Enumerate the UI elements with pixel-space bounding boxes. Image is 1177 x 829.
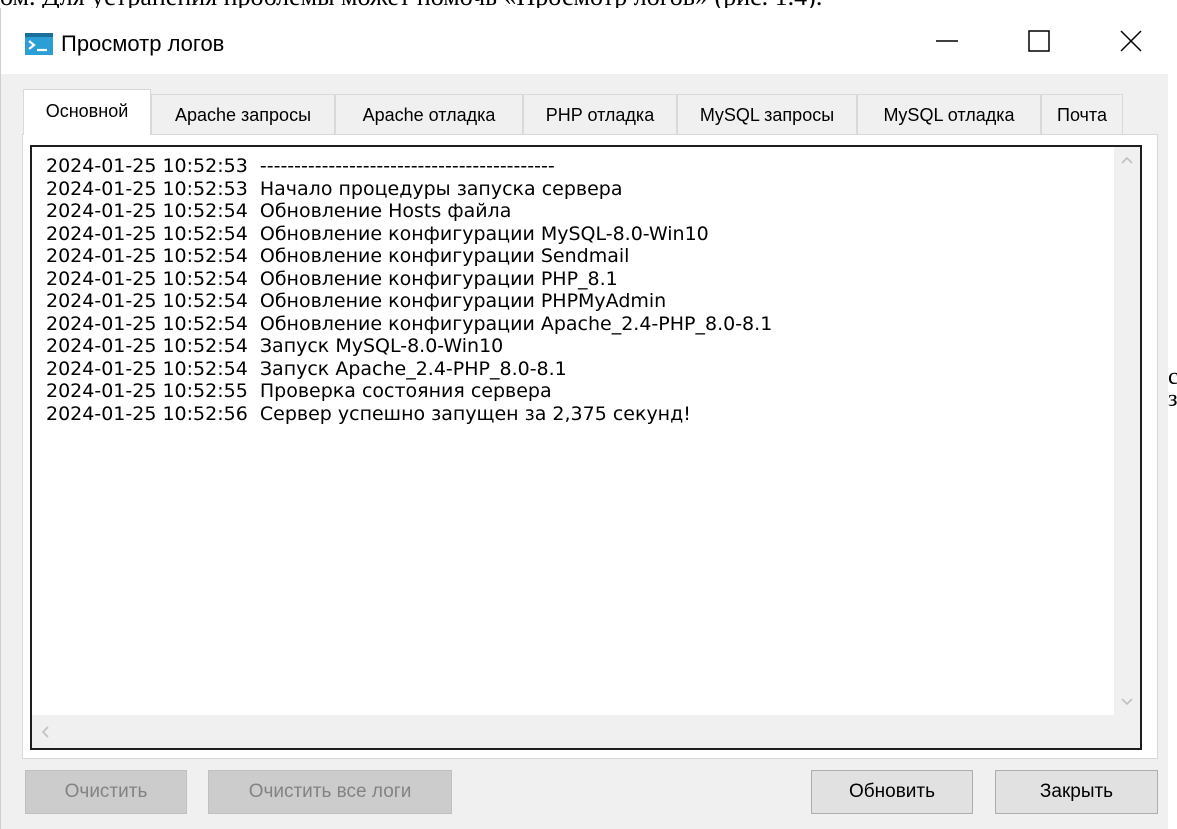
log-line: 2024-01-25 10:52:53 Начало процедуры зап…: [46, 177, 623, 200]
refresh-button[interactable]: Обновить: [811, 770, 973, 814]
document-text: ом. Для устранения проблемы может помочь…: [0, 0, 1177, 8]
document-edge-text: с з: [1168, 366, 1177, 412]
clear-all-logs-button[interactable]: Очистить все логи: [208, 770, 452, 814]
close-window-button[interactable]: [1085, 8, 1177, 74]
chevron-left-icon: [41, 725, 49, 738]
log-line: 2024-01-25 10:52:54 Обновление конфигура…: [46, 290, 667, 312]
log-line: 2024-01-25 10:52:54 Запуск Apache_2.4-PH…: [46, 357, 567, 380]
scroll-left-button[interactable]: [32, 715, 58, 748]
log-line: 2024-01-25 10:52:54 Обновление Hosts фай…: [46, 200, 512, 222]
maximize-button[interactable]: [993, 8, 1085, 74]
scrollbar-corner: [1114, 715, 1140, 748]
tab-php-debug[interactable]: PHP отладка: [523, 94, 677, 134]
log-line: 2024-01-25 10:52:54 Обновление конфигура…: [46, 312, 773, 335]
terminal-icon: [25, 33, 53, 55]
tab-mail[interactable]: Почта: [1041, 94, 1123, 134]
log-line: 2024-01-25 10:52:56 Сервер успешно запущ…: [46, 402, 691, 425]
tab-mysql-debug[interactable]: MySQL отладка: [857, 94, 1041, 134]
log-line: 2024-01-25 10:52:54 Запуск MySQL-8.0-Win…: [46, 335, 504, 357]
tab-apache-requests[interactable]: Apache запросы: [151, 94, 335, 134]
scroll-down-button[interactable]: [1114, 689, 1140, 715]
window-title: Просмотр логов: [61, 31, 225, 56]
tab-main[interactable]: Основной: [23, 89, 151, 135]
scroll-up-button[interactable]: [1114, 147, 1140, 173]
clear-button[interactable]: Очистить: [25, 770, 187, 814]
log-line: 2024-01-25 10:52:54 Обновление конфигура…: [46, 267, 618, 290]
log-line: 2024-01-25 10:52:54 Обновление конфигура…: [46, 222, 709, 245]
maximize-icon: [1028, 30, 1050, 52]
log-lines: 2024-01-25 10:52:53 --------------------…: [46, 155, 772, 425]
tab-mysql-requests[interactable]: MySQL запросы: [677, 94, 857, 134]
close-icon: [1120, 30, 1142, 52]
log-line: 2024-01-25 10:52:54 Обновление конфигура…: [46, 245, 630, 267]
title-bar[interactable]: Просмотр логов: [1, 8, 1169, 74]
chevron-down-icon: [1121, 698, 1133, 706]
log-line: 2024-01-25 10:52:55 Проверка состояния с…: [46, 380, 552, 402]
minimize-icon: [936, 40, 958, 42]
close-button[interactable]: Закрыть: [995, 770, 1158, 814]
vertical-scrollbar[interactable]: [1114, 147, 1140, 715]
minimize-button[interactable]: [901, 8, 993, 74]
tab-apache-debug[interactable]: Apache отладка: [335, 94, 523, 134]
chevron-up-icon: [1121, 156, 1133, 164]
log-line: 2024-01-25 10:52:53 --------------------…: [46, 155, 555, 177]
log-textarea[interactable]: 2024-01-25 10:52:53 --------------------…: [30, 145, 1142, 750]
log-viewer-window: Просмотр логов Основной Apache запросы A…: [0, 8, 1169, 829]
horizontal-scrollbar[interactable]: [32, 715, 1140, 748]
